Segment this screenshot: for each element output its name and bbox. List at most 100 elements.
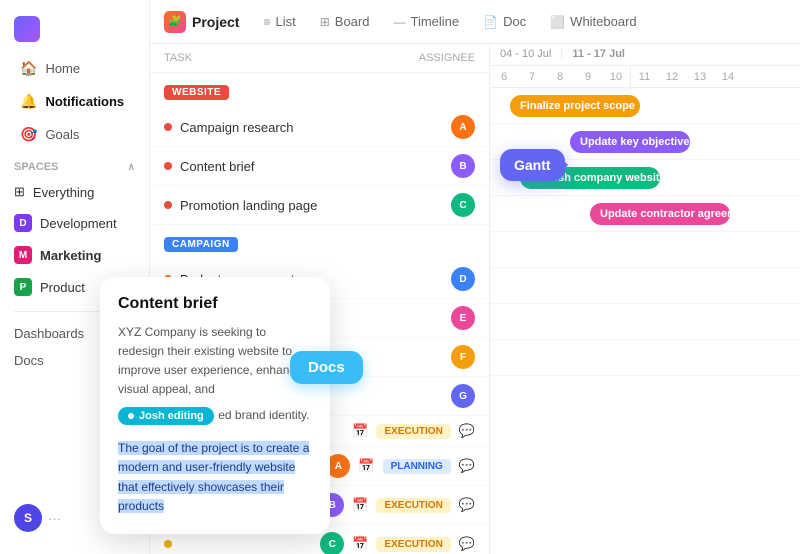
status-badge: EXECUTION (376, 537, 450, 552)
gantt-body: Finalize project scope Update key object… (490, 88, 800, 376)
task-panel-header: TASK ASSIGNEE (150, 44, 489, 73)
gantt-row (490, 232, 800, 268)
product-badge: P (14, 278, 32, 296)
josh-editing-label: Josh editing (139, 410, 204, 422)
tab-list-label: List (275, 14, 295, 29)
chat-icon: 💬 (459, 423, 475, 439)
everything-icon: ⊞ (14, 184, 25, 200)
highlighted-text: The goal of the project is to create a m… (118, 441, 309, 513)
gantt-row: Update contractor agreement (490, 196, 800, 232)
sidebar-home-label: Home (45, 61, 80, 76)
tab-timeline[interactable]: — Timeline (383, 8, 469, 35)
section-campaign-label: CAMPAIGN (172, 239, 230, 250)
everything-label: Everything (33, 185, 94, 200)
whiteboard-icon: ⬜ (550, 15, 565, 29)
avatar: C (451, 193, 475, 217)
goals-icon: 🎯 (20, 126, 37, 143)
task-row[interactable]: Campaign research A (150, 108, 489, 147)
sidebar-item-development[interactable]: D Development (0, 208, 149, 238)
app-container: 🏠 Home 🔔 Notifications 🎯 Goals Spaces ∧ … (0, 0, 800, 554)
calendar-icon: 📅 (358, 458, 374, 474)
chat-icon: 💬 (459, 497, 475, 513)
gantt-bar-1: Finalize project scope (510, 95, 640, 117)
user-menu-icon: ··· (48, 511, 61, 526)
section-website: WEBSITE (164, 85, 229, 100)
bell-icon: 🔔 (20, 93, 37, 110)
sidebar-item-everything[interactable]: ⊞ Everything (0, 178, 149, 206)
avatar: F (451, 345, 475, 369)
docs-badge: Docs (290, 351, 363, 384)
status-badge: EXECUTION (376, 498, 450, 513)
top-nav: 🧩 Project ≡ List ⊞ Board — Timeline 📄 Do… (150, 0, 800, 44)
spaces-section-label: Spaces ∧ (0, 151, 149, 177)
avatar: A (451, 115, 475, 139)
task-name: Campaign research (180, 120, 443, 135)
task-bullet (164, 201, 172, 209)
marketing-badge: M (14, 246, 32, 264)
task-row[interactable]: Promotion landing page C (150, 186, 489, 225)
logo-icon (14, 16, 40, 42)
development-badge: D (14, 214, 32, 232)
timeline-icon: — (393, 15, 405, 29)
tab-board[interactable]: ⊞ Board (310, 8, 380, 35)
tab-timeline-label: Timeline (410, 14, 459, 29)
gantt-tooltip: Gantt (500, 149, 565, 181)
sidebar-notifications-label: Notifications (45, 94, 124, 109)
gantt-panel: 04 - 10 Jul 11 - 17 Jul 6 7 8 9 10 11 12… (490, 44, 800, 554)
spaces-label: Spaces (14, 161, 58, 173)
project-label: Project (192, 14, 239, 30)
user-initial: S (24, 511, 32, 525)
docs-popup-body2: ed brand identity. (218, 408, 309, 422)
project-icon: 🧩 (164, 11, 186, 33)
sidebar-item-goals[interactable]: 🎯 Goals (6, 119, 143, 150)
editing-dot (128, 413, 134, 419)
week-label-1: 04 - 10 Jul (490, 48, 562, 60)
task-bullet (164, 162, 172, 170)
status-badge: PLANNING (383, 459, 451, 474)
gantt-bar-4: Update contractor agreement (590, 203, 730, 225)
avatar: S (14, 504, 42, 532)
sidebar-item-marketing[interactable]: M Marketing (0, 240, 149, 270)
section-campaign: CAMPAIGN (164, 237, 238, 252)
task-col-header: TASK (164, 52, 415, 64)
calendar-icon: 📅 (352, 536, 368, 552)
doc-icon: 📄 (483, 15, 498, 29)
status-badge: EXECUTION (376, 424, 450, 439)
section-website-label: WEBSITE (172, 87, 221, 98)
gantt-bar-label: Update key objectives (580, 136, 696, 148)
tab-whiteboard[interactable]: ⬜ Whiteboard (540, 8, 646, 35)
week-label-2: 11 - 17 Jul (562, 48, 635, 60)
avatar: C (320, 532, 344, 554)
docs-popup-body1: XYZ Company is seeking to redesign their… (118, 323, 312, 400)
avatar: E (451, 306, 475, 330)
gantt-row (490, 340, 800, 376)
sidebar-goals-label: Goals (45, 127, 79, 142)
avatar: B (451, 154, 475, 178)
avatar: G (451, 384, 475, 408)
home-icon: 🏠 (20, 60, 37, 77)
docs-badge-label: Docs (308, 359, 345, 376)
gantt-bar-label: Finalize project scope (520, 100, 635, 112)
docs-popup: Content brief XYZ Company is seeking to … (100, 277, 330, 535)
gantt-bar-2: Update key objectives (570, 131, 690, 153)
task-bullet (164, 123, 172, 131)
calendar-icon: 📅 (352, 423, 368, 439)
chevron-icon: ∧ (128, 162, 135, 173)
gantt-row: Finalize project scope (490, 88, 800, 124)
sidebar-logo (0, 12, 149, 52)
tab-list[interactable]: ≡ List (253, 8, 305, 35)
josh-editing-badge: Josh editing (118, 407, 214, 425)
docs-popup-highlighted: The goal of the project is to create a m… (118, 439, 312, 516)
sidebar-item-notifications[interactable]: 🔔 Notifications (6, 86, 143, 117)
tab-doc[interactable]: 📄 Doc (473, 8, 536, 35)
list-icon: ≡ (263, 15, 270, 29)
tab-whiteboard-label: Whiteboard (570, 14, 636, 29)
task-name: Content brief (180, 159, 443, 174)
development-label: Development (40, 216, 117, 231)
gantt-row (490, 268, 800, 304)
sidebar-item-home[interactable]: 🏠 Home (6, 53, 143, 84)
marketing-label: Marketing (40, 248, 101, 263)
gantt-row (490, 304, 800, 340)
task-row[interactable]: Content brief B (150, 147, 489, 186)
product-label: Product (40, 280, 85, 295)
